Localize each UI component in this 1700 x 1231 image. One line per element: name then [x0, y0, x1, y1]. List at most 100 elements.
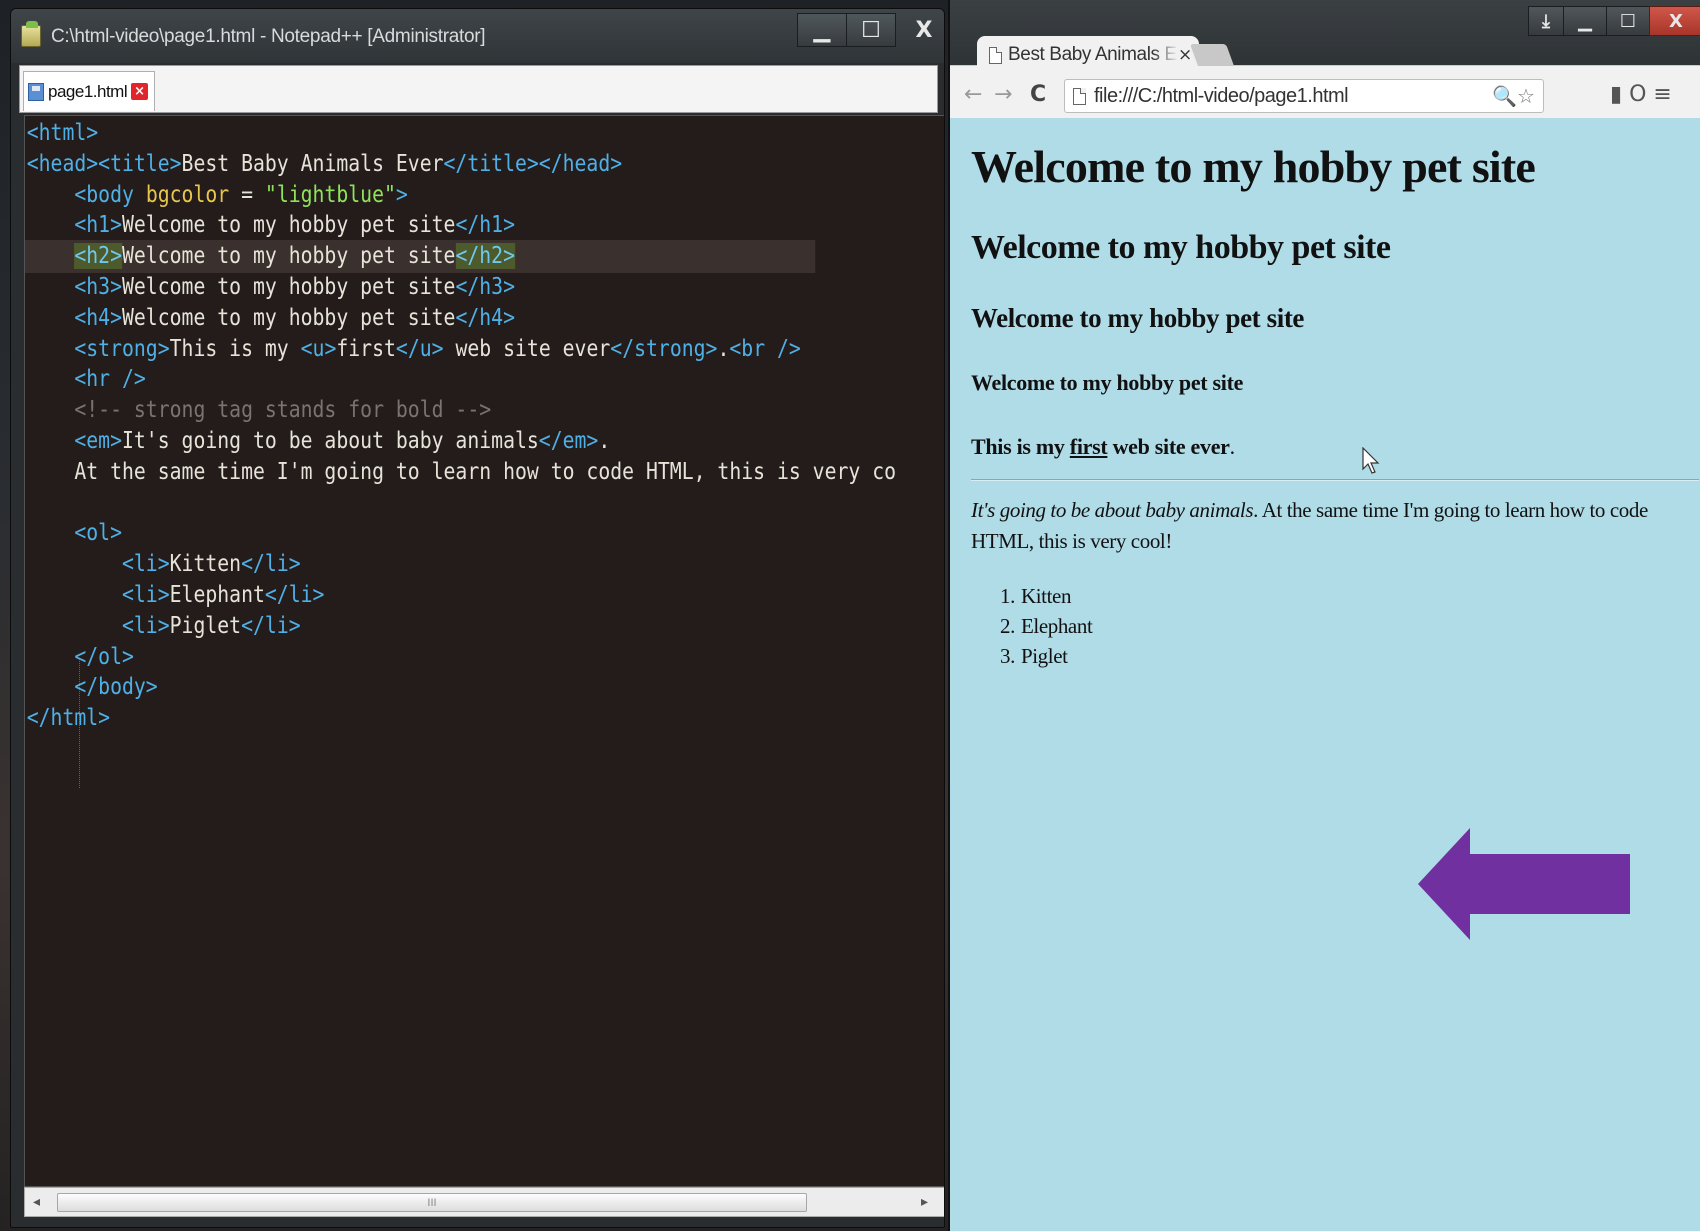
chrome-window-controls: ⤓ ▁ ☐ X — [1528, 6, 1700, 36]
code-token: <li> — [121, 582, 170, 608]
code-token: At the same time I'm going to learn how … — [26, 458, 897, 485]
code-line: <strong>This is my <u>first</u> web site… — [25, 333, 815, 366]
horizontal-scrollbar[interactable]: ◂ III ▸ — [24, 1187, 944, 1217]
code-line: </html> — [25, 702, 815, 735]
code-token: </ol> — [74, 643, 134, 670]
code-token: "lightblue" — [264, 181, 396, 208]
code-token: <html> — [26, 120, 99, 146]
tab-close-icon[interactable]: × — [131, 83, 149, 100]
code-token: . — [717, 335, 730, 362]
address-bar[interactable]: file:///C:/html-video/page1.html 🔍☆ — [1064, 79, 1544, 113]
code-token: </h1> — [455, 212, 515, 239]
code-token: </li> — [241, 551, 301, 578]
code-token: </body> — [74, 674, 158, 701]
notepadpp-tabbar: page1.html × — [19, 65, 938, 113]
tab-page1-html[interactable]: page1.html × — [23, 71, 155, 111]
code-token: Best Baby Animals Ever — [181, 150, 444, 177]
code-token: <h2> — [74, 243, 122, 270]
code-line: <h3>Welcome to my hobby pet site</h3> — [25, 271, 815, 304]
code-line: <em>It's going to be about baby animals<… — [25, 425, 815, 458]
page-heading-h3: Welcome to my hobby pet site — [971, 303, 1305, 333]
notepadpp-minimize-button[interactable]: ▁ — [797, 13, 847, 47]
code-line: <li>Piglet</li> — [25, 610, 815, 643]
code-token: Welcome to my hobby pet site — [121, 243, 456, 270]
code-line: <body bgcolor = "lightblue"> — [25, 179, 815, 212]
code-line: <ol> — [25, 517, 815, 550]
code-token: first — [336, 335, 396, 362]
code-line: <li>Kitten</li> — [25, 548, 815, 581]
strong-period: . — [1229, 434, 1236, 459]
code-line: <h2>Welcome to my hobby pet site</h2> — [25, 240, 816, 274]
notepadpp-maximize-button[interactable]: ☐ — [846, 13, 896, 47]
page-heading-h2: Welcome to my hobby pet site — [971, 229, 1391, 266]
code-token: <head><title> — [26, 150, 182, 177]
code-token: <body — [74, 181, 146, 208]
code-token: <strong> — [74, 335, 170, 362]
code-line: <li>Elephant</li> — [25, 579, 815, 612]
code-token: </li> — [241, 612, 301, 639]
code-line: <h4>Welcome to my hobby pet site</h4> — [25, 302, 815, 335]
tab-label: page1.html — [48, 81, 128, 101]
notepadpp-close-button[interactable]: X — [895, 13, 944, 47]
code-token: Welcome to my hobby pet site — [121, 274, 456, 300]
scroll-thumb[interactable]: III — [57, 1193, 807, 1212]
code-token: Welcome to my hobby pet site — [121, 304, 456, 331]
code-token: <h3> — [74, 274, 122, 300]
back-arrow-icon[interactable]: ← — [964, 82, 982, 107]
chrome-close-button[interactable]: X — [1649, 6, 1700, 36]
notepadpp-titlebar[interactable]: C:\html-video\page1.html - Notepad++ [Ad… — [11, 9, 944, 63]
code-token: <!-- strong tag stands for bold --> — [74, 397, 492, 424]
code-token: <li> — [121, 612, 170, 639]
list-item-number: 1. — [1000, 584, 1015, 608]
browser-tab[interactable]: Best Baby Animals Ever × — [977, 36, 1199, 74]
code-token: </li> — [264, 582, 325, 608]
code-token: This is my — [169, 335, 301, 362]
extension-and-menu-icon[interactable]: ▮ O ≡ — [1610, 82, 1672, 107]
strong-sentence: This is my first web site ever. — [971, 434, 1235, 460]
download-icon[interactable]: ⤓ — [1528, 6, 1564, 36]
list-item-number: 2. — [1000, 614, 1015, 638]
code-token: <em> — [74, 428, 122, 454]
code-line: <hr /> — [25, 363, 815, 396]
code-token: <br /> — [729, 335, 801, 362]
list-item-text: Elephant — [1020, 614, 1093, 638]
mouse-cursor-icon — [1362, 447, 1380, 474]
code-line: <h1>Welcome to my hobby pet site</h1> — [25, 209, 815, 242]
code-editor[interactable]: <html> <head><title>Best Baby Animals Eve… — [24, 115, 944, 1187]
chrome-minimize-button[interactable]: ▁ — [1563, 6, 1607, 36]
code-token: <h4> — [74, 304, 122, 331]
strong-prefix: This is my — [971, 434, 1070, 459]
notepadpp-window: C:\html-video\page1.html - Notepad++ [Ad… — [10, 8, 945, 1228]
code-token: bgcolor — [145, 181, 230, 208]
reload-icon[interactable]: C — [1030, 82, 1046, 107]
code-token: </em> — [538, 428, 599, 454]
scroll-left-arrow-icon[interactable]: ◂ — [33, 1194, 40, 1210]
code-token: Welcome to my hobby pet site — [121, 212, 456, 239]
code-token: </html> — [26, 705, 111, 732]
chrome-window: Best Baby Animals Ever × ⤓ ▁ ☐ X ← → C f… — [948, 0, 1700, 1231]
notepadpp-window-title: C:\html-video\page1.html - Notepad++ [Ad… — [51, 26, 486, 47]
code-token: It's going to be about baby animals — [121, 428, 539, 454]
code-token: </h4> — [455, 304, 515, 331]
chrome-maximize-button[interactable]: ☐ — [1606, 6, 1650, 36]
code-token: Piglet — [169, 612, 242, 639]
code-token: </title></head> — [443, 150, 623, 177]
list-item-number: 3. — [1000, 644, 1015, 668]
notepadpp-app-icon — [21, 21, 41, 47]
forward-arrow-icon[interactable]: → — [994, 82, 1012, 107]
tab-close-icon[interactable]: × — [1178, 45, 1192, 65]
code-token: <li> — [121, 551, 170, 578]
zoom-and-bookmark-star-icon[interactable]: 🔍☆ — [1492, 84, 1535, 108]
new-tab-button[interactable] — [1189, 44, 1235, 66]
file-saved-icon — [28, 82, 44, 101]
code-line: </body> — [25, 671, 815, 704]
scroll-right-arrow-icon[interactable]: ▸ — [921, 1194, 928, 1210]
